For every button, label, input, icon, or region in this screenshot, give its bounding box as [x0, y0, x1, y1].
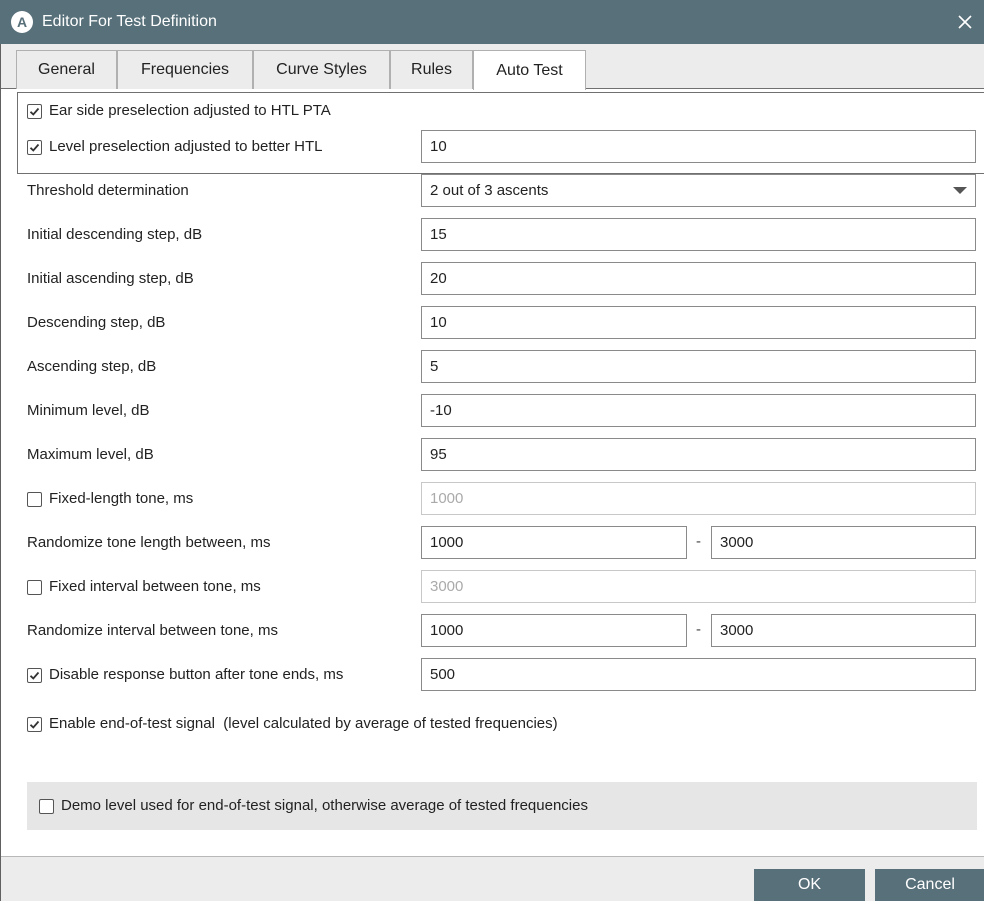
tab-general[interactable]: General: [16, 50, 117, 89]
level-preselection-option[interactable]: Level preselection adjusted to better HT…: [27, 137, 323, 157]
demo-level-checkbox[interactable]: [39, 798, 54, 814]
checkmark-icon: [29, 107, 40, 116]
range-separator: -: [696, 621, 701, 638]
end-signal-label: Enable end-of-test signal (level calcula…: [49, 715, 558, 732]
checkmark-icon: [29, 671, 40, 680]
descending-label: Descending step, dB: [27, 314, 166, 331]
ok-button[interactable]: OK: [754, 869, 865, 901]
title-bar: A Editor For Test Definition: [0, 0, 984, 44]
disable-response-option[interactable]: Disable response button after tone ends,…: [27, 665, 343, 685]
fixed-interval-option[interactable]: Fixed interval between tone, ms: [27, 577, 261, 597]
ascending-input[interactable]: 5: [421, 350, 976, 383]
fixed-interval-checkbox[interactable]: [27, 579, 42, 595]
chevron-down-icon: [953, 187, 967, 194]
window-title: Editor For Test Definition: [42, 13, 217, 30]
maximum-level-input[interactable]: 95: [421, 438, 976, 471]
maximum-level-label: Maximum level, dB: [27, 446, 154, 463]
initial-descending-label: Initial descending step, dB: [27, 226, 203, 243]
cancel-button[interactable]: Cancel: [875, 869, 984, 901]
randomize-length-from-input[interactable]: 1000: [421, 526, 687, 559]
close-icon: [958, 15, 972, 29]
level-preselection-input[interactable]: 10: [421, 130, 976, 163]
randomize-length-to-input[interactable]: 3000: [711, 526, 976, 559]
descending-input[interactable]: 10: [421, 306, 976, 339]
checkmark-icon: [29, 143, 40, 152]
disable-response-checkbox[interactable]: [27, 667, 42, 683]
tab-rules[interactable]: Rules: [390, 50, 473, 89]
checkmark-icon: [29, 720, 40, 729]
fixed-length-option[interactable]: Fixed-length tone, ms: [27, 489, 193, 509]
initial-ascending-label: Initial ascending step, dB: [27, 270, 194, 287]
tab-curve-styles[interactable]: Curve Styles: [253, 50, 390, 89]
dialog-body: General Frequencies Curve Styles Rules A…: [0, 44, 984, 901]
auto-test-panel: Ear side preselection adjusted to HTL PT…: [1, 89, 984, 857]
randomize-interval-to-input[interactable]: 3000: [711, 614, 976, 647]
randomize-interval-from-input[interactable]: 1000: [421, 614, 687, 647]
demo-level-panel: Demo level used for end-of-test signal, …: [27, 782, 977, 830]
initial-descending-input[interactable]: 15: [421, 218, 976, 251]
randomize-length-label: Randomize tone length between, ms: [27, 534, 271, 551]
minimum-level-label: Minimum level, dB: [27, 402, 150, 419]
level-preselection-label: Level preselection adjusted to better HT…: [49, 138, 323, 155]
level-preselection-checkbox[interactable]: [27, 139, 42, 155]
ear-side-option[interactable]: Ear side preselection adjusted to HTL PT…: [27, 101, 331, 121]
demo-level-label: Demo level used for end-of-test signal, …: [61, 797, 588, 814]
close-button[interactable]: [952, 8, 978, 36]
fixed-length-checkbox[interactable]: [27, 491, 42, 507]
demo-level-option[interactable]: Demo level used for end-of-test signal, …: [39, 796, 588, 816]
dialog-footer: OK Cancel: [1, 857, 984, 901]
end-signal-option[interactable]: Enable end-of-test signal (level calcula…: [27, 714, 558, 734]
ear-side-label: Ear side preselection adjusted to HTL PT…: [49, 102, 331, 119]
range-separator: -: [696, 533, 701, 550]
threshold-select[interactable]: 2 out of 3 ascents: [421, 174, 976, 207]
tab-bar: General Frequencies Curve Styles Rules A…: [1, 44, 984, 90]
fixed-length-input[interactable]: 1000: [421, 482, 976, 515]
end-signal-checkbox[interactable]: [27, 716, 42, 732]
minimum-level-input[interactable]: -10: [421, 394, 976, 427]
fixed-interval-input[interactable]: 3000: [421, 570, 976, 603]
randomize-interval-label: Randomize interval between tone, ms: [27, 622, 278, 639]
tab-auto-test[interactable]: Auto Test: [473, 50, 586, 90]
initial-ascending-input[interactable]: 20: [421, 262, 976, 295]
disable-response-input[interactable]: 500: [421, 658, 976, 691]
threshold-selected-value: 2 out of 3 ascents: [430, 182, 549, 199]
fixed-interval-label: Fixed interval between tone, ms: [49, 578, 261, 595]
disable-response-label: Disable response button after tone ends,…: [49, 666, 344, 683]
fixed-length-label: Fixed-length tone, ms: [49, 490, 194, 507]
app-logo-icon: A: [11, 11, 33, 33]
tab-frequencies[interactable]: Frequencies: [117, 50, 253, 89]
threshold-label: Threshold determination: [27, 182, 189, 199]
ear-side-checkbox[interactable]: [27, 103, 42, 119]
ascending-label: Ascending step, dB: [27, 358, 157, 375]
